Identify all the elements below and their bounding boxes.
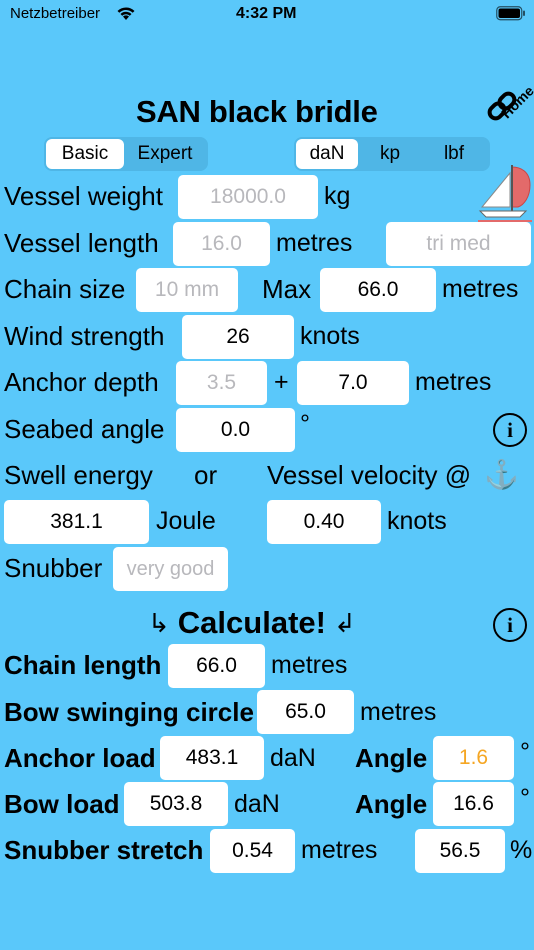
carrier-label: Netzbetreiber [10,5,101,22]
snubber-stretch-percent: 56.5 [415,829,505,873]
snubber-stretch-label: Snubber stretch [4,835,204,865]
wind-strength-input[interactable]: 26 [182,315,294,359]
wind-strength-unit: knots [300,322,360,350]
bow-angle-label: Angle [355,789,428,819]
snubber-stretch-unit: metres [301,836,378,864]
chain-length-value: 66.0 [168,644,265,688]
anchor-angle-value: 1.6 [433,736,514,780]
tab-expert[interactable]: Expert [124,139,206,169]
page-title: SAN black bridle [136,94,378,129]
info-icon[interactable]: i [493,608,527,642]
seabed-angle-label: Seabed angle [4,414,165,444]
snubber-input[interactable]: very good [113,547,228,591]
home-button[interactable]: Home [480,82,534,138]
calculate-button[interactable]: ↳ Calculate! ↲ [148,605,356,641]
wind-strength-label: Wind strength [4,321,165,351]
swell-energy-input[interactable]: 381.1 [4,500,149,544]
anchor-depth-label: Anchor depth [4,367,159,397]
bow-load-unit: daN [234,790,280,818]
bow-angle-unit: ° [520,784,530,812]
max-label: Max [262,274,312,304]
mode-segmented-control: Basic Expert [44,137,208,171]
plus-sign: + [274,368,289,396]
max-chain-unit: metres [442,275,519,303]
swell-energy-unit: Joule [156,507,216,535]
anchor-load-unit: daN [270,744,316,772]
vessel-weight-label: Vessel weight [4,181,163,211]
chain-length-unit: metres [271,651,348,679]
bow-circle-value: 65.0 [257,690,354,734]
info-icon[interactable]: i [493,413,527,447]
seabed-angle-unit: ° [300,410,310,438]
unit-segmented-control: daN kp lbf [294,137,490,171]
vessel-weight-input[interactable]: 18000.0 [178,175,318,219]
vessel-weight-unit: kg [324,182,351,210]
anchor-depth-unit: metres [415,368,492,396]
or-label: or [194,460,218,490]
anchor-load-label: Anchor load [4,743,156,773]
tab-kp[interactable]: kp [358,139,422,169]
anchor-depth-tide-input[interactable]: 3.5 [176,361,267,405]
bow-circle-unit: metres [360,698,437,726]
vessel-type-input[interactable]: tri med [386,222,531,266]
tab-dan[interactable]: daN [296,139,358,169]
bow-load-label: Bow load [4,789,120,819]
anchor-angle-label: Angle [355,743,428,773]
clock: 4:32 PM [236,5,297,22]
snubber-stretch-value: 0.54 [210,829,295,873]
vessel-velocity-unit: knots [387,507,447,535]
percent-unit: % [510,836,533,864]
sailboat-icon[interactable] [476,163,534,225]
anchor-load-value: 483.1 [160,736,264,780]
bow-load-value: 503.8 [124,782,228,826]
vessel-length-label: Vessel length [4,228,159,258]
snubber-label: Snubber [4,553,103,583]
return-left-icon: ↳ [148,607,170,638]
battery-icon [496,6,525,21]
wifi-icon [117,7,135,20]
tab-basic[interactable]: Basic [46,139,124,169]
vessel-length-unit: metres [276,229,353,257]
bow-circle-label: Bow swinging circle [4,697,254,727]
chain-size-input[interactable]: 10 mm [136,268,238,312]
anchor-angle-unit: ° [520,738,530,766]
vessel-velocity-input[interactable]: 0.40 [267,500,381,544]
return-right-icon: ↲ [333,607,356,638]
calculate-label: Calculate! [177,605,326,640]
seabed-angle-input[interactable]: 0.0 [176,408,295,452]
chain-length-label: Chain length [4,650,162,680]
vessel-velocity-label: Vessel velocity @ [267,460,472,490]
max-chain-input[interactable]: 66.0 [320,268,436,312]
chain-size-label: Chain size [4,274,126,304]
bow-angle-value: 16.6 [433,782,514,826]
anchor-depth-input[interactable]: 7.0 [297,361,409,405]
swell-energy-label: Swell energy [4,460,153,490]
anchor-icon: ⚓ [484,459,519,490]
vessel-length-input[interactable]: 16.0 [173,222,270,266]
